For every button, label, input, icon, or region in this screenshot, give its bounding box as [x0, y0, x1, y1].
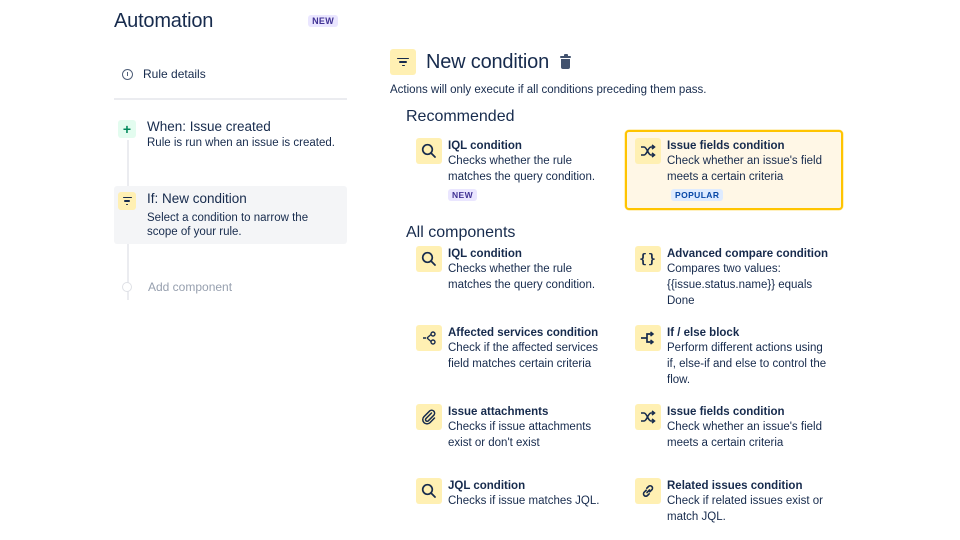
- new-badge: NEW: [308, 15, 338, 27]
- component-card-advanced-compare[interactable]: {} Advanced compare condition Compares t…: [625, 246, 843, 325]
- step-trigger[interactable]: + When: Issue created Rule is run when a…: [114, 116, 347, 156]
- popular-lozenge: POPULAR: [671, 189, 724, 201]
- condition-header: New condition: [390, 48, 850, 76]
- rule-steps: + When: Issue created Rule is run when a…: [114, 116, 347, 300]
- component-card-iql[interactable]: IQL condition Checks whether the rule ma…: [406, 246, 624, 325]
- card-title: Related issues condition: [667, 480, 803, 492]
- card-title: If / else block: [667, 327, 740, 339]
- rule-details-link[interactable]: Rule details: [114, 42, 347, 100]
- info-icon: [122, 68, 133, 80]
- step-description: Select a condition to narrow the scope o…: [147, 212, 309, 238]
- card-description: Check if related issues exist or match J…: [667, 495, 823, 523]
- card-description: Check whether an issue's field meets a c…: [667, 421, 822, 449]
- component-card-affected-services[interactable]: Affected services condition Check if the…: [406, 325, 624, 404]
- card-description: Check if the affected services field mat…: [448, 342, 598, 370]
- page-title: New condition: [426, 50, 550, 73]
- add-component-label: Add component: [148, 280, 233, 294]
- component-card-if-else[interactable]: If / else block Perform different action…: [625, 325, 843, 404]
- recommended-heading: Recommended: [406, 108, 515, 125]
- card-title: Issue fields condition: [667, 406, 785, 418]
- card-description: Check whether an issue's field meets a c…: [667, 155, 822, 183]
- add-component-button[interactable]: Add component: [114, 280, 347, 294]
- card-description: Checks whether the rule matches the quer…: [448, 263, 596, 291]
- card-title: Affected services condition: [448, 327, 599, 339]
- card-title: JQL condition: [448, 480, 526, 492]
- new-lozenge: NEW: [448, 189, 478, 201]
- card-title: Issue fields condition: [667, 140, 785, 152]
- card-title: Advanced compare condition: [667, 248, 829, 260]
- card-title: IQL condition: [448, 140, 522, 152]
- condition-panel: New condition Actions will only execute …: [390, 48, 850, 538]
- paperclip-icon: [416, 404, 442, 430]
- braces-icon: {}: [635, 246, 661, 272]
- shuffle-icon: [635, 404, 661, 430]
- page-subtitle: Actions will only execute if all conditi…: [390, 84, 707, 96]
- card-description: Checks if issue matches JQL.: [448, 495, 600, 507]
- recommended-list: IQL condition Checks whether the rule ma…: [406, 130, 850, 210]
- shuffle-icon: [635, 138, 661, 164]
- component-card-related-issues[interactable]: Related issues condition Check if relate…: [625, 478, 843, 538]
- rule-details-label: Rule details: [143, 67, 206, 81]
- circle-icon: [122, 282, 132, 292]
- component-card-issue-attachments[interactable]: Issue attachments Checks if issue attach…: [406, 404, 624, 478]
- search-icon: [416, 246, 442, 272]
- share-nodes-icon: [416, 325, 442, 351]
- step-title: If: New condition: [147, 191, 247, 206]
- component-card-iql-recommended[interactable]: IQL condition Checks whether the rule ma…: [406, 130, 624, 210]
- search-icon: [416, 138, 442, 164]
- component-card-issue-fields-recommended[interactable]: Issue fields condition Check whether an …: [625, 130, 843, 210]
- all-components-heading: All components: [406, 224, 516, 241]
- card-title: IQL condition: [448, 248, 522, 260]
- step-description: Rule is run when an issue is created.: [147, 137, 335, 149]
- card-description: Compares two values: {{issue.status.name…: [667, 263, 813, 307]
- card-description: Checks whether the rule matches the quer…: [448, 155, 596, 183]
- component-card-jql[interactable]: JQL condition Checks if issue matches JQ…: [406, 478, 624, 538]
- step-condition[interactable]: If: New condition Select a condition to …: [114, 186, 347, 244]
- filter-icon: [390, 49, 416, 75]
- search-icon: [416, 478, 442, 504]
- link-icon: [635, 478, 661, 504]
- card-description: Perform different actions using if, else…: [667, 342, 827, 386]
- branch-icon: [635, 325, 661, 351]
- component-card-issue-fields[interactable]: Issue fields condition Check whether an …: [625, 404, 843, 478]
- plus-icon: +: [118, 120, 136, 138]
- trash-icon[interactable]: [560, 53, 572, 69]
- filter-icon: [118, 192, 136, 210]
- app-title: Automation: [114, 9, 214, 32]
- app-header: Automation NEW: [114, 0, 347, 42]
- card-title: Issue attachments: [448, 406, 549, 418]
- rule-sidebar: Automation NEW Rule details + When: Issu…: [114, 0, 347, 300]
- all-components-list: IQL condition Checks whether the rule ma…: [406, 246, 850, 538]
- step-title: When: Issue created: [147, 119, 271, 134]
- card-description: Checks if issue attachments exist or don…: [448, 421, 592, 449]
